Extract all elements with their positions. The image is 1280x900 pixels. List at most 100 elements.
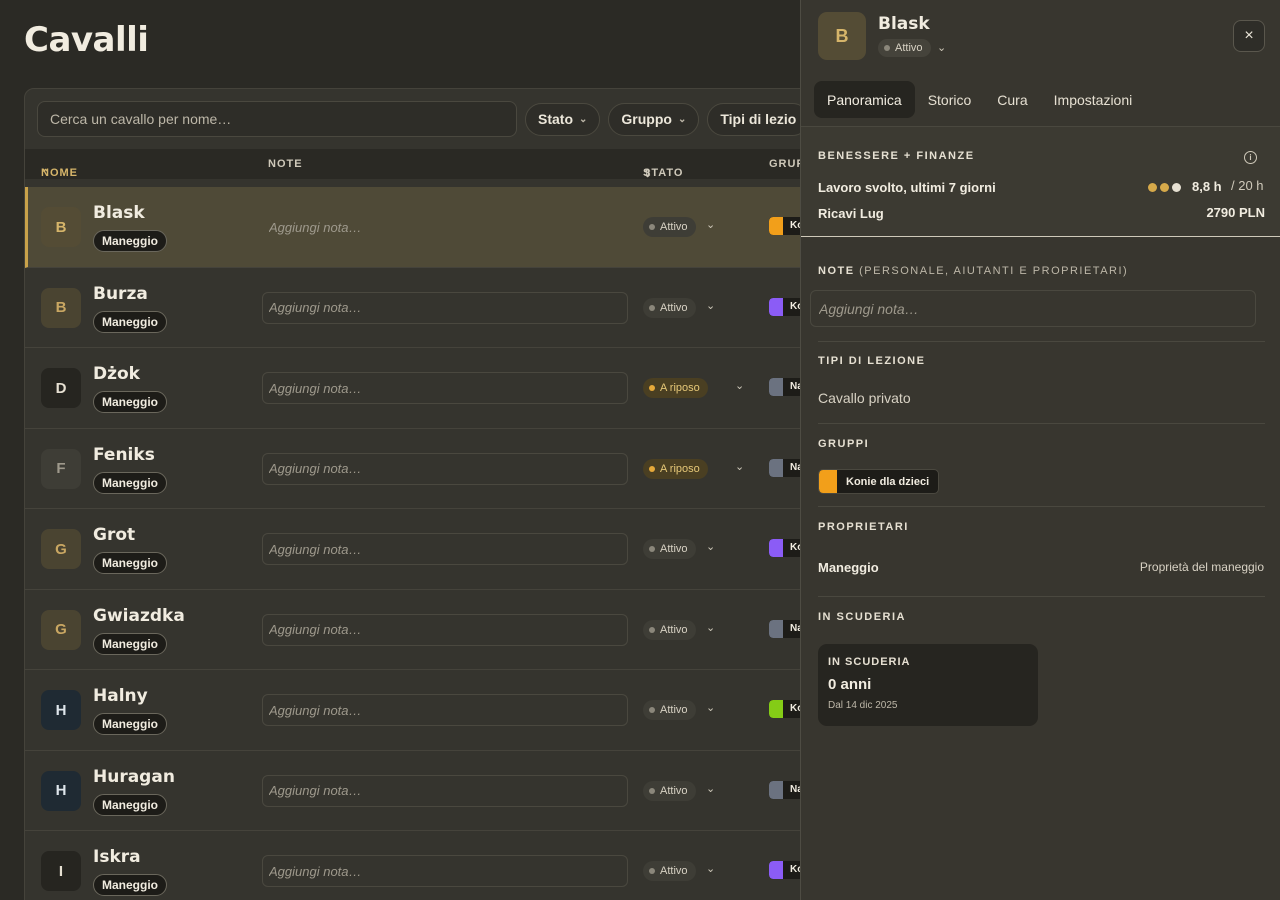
status-badge[interactable]: Attivo — [643, 297, 696, 318]
status-badge[interactable]: Attivo — [643, 861, 696, 881]
revenue-label: Ricavi Lug — [818, 206, 884, 221]
note-input[interactable] — [262, 774, 628, 807]
notes-subtitle: (PERSONALE, AIUTANTI E PROPRIETARI) — [859, 265, 1129, 277]
tab-care[interactable]: Cura — [984, 81, 1040, 118]
panel-note-input[interactable] — [810, 290, 1256, 327]
stable-since: Dal 14 dic 2025 — [828, 700, 898, 711]
column-header-group: GRUP — [769, 158, 800, 170]
owner-tag: Maneggio — [93, 471, 167, 494]
group-color-swatch — [769, 700, 783, 718]
group-color-swatch — [769, 539, 783, 557]
note-input[interactable] — [262, 533, 628, 565]
horse-name[interactable]: Iskra — [93, 847, 141, 867]
close-icon: × — [1244, 27, 1254, 44]
chevron-down-icon[interactable]: ⌄ — [706, 782, 715, 795]
table-row[interactable]: G Grot Maneggio Attivo ⌄ Ko — [25, 509, 800, 590]
chevron-down-icon[interactable]: ⌄ — [706, 218, 715, 231]
status-label: A riposo — [660, 462, 700, 475]
status-dot-icon — [649, 465, 655, 472]
divider — [818, 596, 1265, 597]
status-dot-icon — [649, 707, 655, 713]
avatar: F — [41, 448, 81, 489]
group-chip: Na — [769, 619, 800, 638]
table-row[interactable]: H Halny Maneggio Attivo ⌄ Ko — [25, 670, 800, 751]
horse-name[interactable]: Blask — [93, 203, 145, 223]
horse-name[interactable]: Burza — [93, 284, 148, 304]
chevron-down-icon[interactable]: ⌄ — [937, 41, 946, 54]
avatar: B — [818, 12, 866, 60]
chevron-down-icon: ⌄ — [579, 113, 588, 125]
search-input[interactable] — [37, 101, 517, 137]
status-badge[interactable]: Attivo — [643, 700, 696, 720]
tab-settings[interactable]: Impostazioni — [1041, 81, 1146, 118]
avatar: B — [41, 207, 81, 247]
horse-detail-panel: B Blask Attivo ⌄ × Panoramica Storico Cu… — [800, 0, 1280, 900]
chevron-down-icon[interactable]: ⌄ — [706, 621, 715, 634]
filter-lesson-type-button[interactable]: Tipi di lezio — [707, 102, 800, 136]
owners-section-title: PROPRIETARI — [818, 521, 909, 533]
stable-card: IN SCUDERIA 0 anni Dal 14 dic 2025 — [818, 644, 1038, 726]
note-input[interactable] — [262, 291, 628, 324]
table-row[interactable]: F Feniks Maneggio A riposo ⌄ Na — [25, 429, 800, 509]
chevron-down-icon[interactable]: ⌄ — [706, 701, 715, 714]
status-badge[interactable]: Attivo — [643, 217, 696, 237]
status-badge[interactable]: Attivo — [643, 539, 696, 559]
status-dot-icon — [649, 626, 655, 633]
filter-label: Stato — [538, 111, 573, 127]
note-input[interactable] — [262, 855, 628, 887]
horse-name[interactable]: Grot — [93, 525, 135, 545]
table-row[interactable]: G Gwiazdka Maneggio Attivo ⌄ Na — [25, 590, 800, 670]
note-input[interactable] — [262, 372, 628, 404]
group-color-swatch — [769, 619, 783, 638]
group-color-swatch — [769, 378, 783, 396]
status-badge[interactable]: Attivo — [878, 39, 931, 57]
note-input[interactable] — [262, 452, 628, 485]
status-dot-icon — [649, 546, 655, 552]
tab-history[interactable]: Storico — [915, 81, 985, 118]
tab-overview[interactable]: Panoramica — [814, 81, 915, 118]
stable-card-title: IN SCUDERIA — [828, 656, 911, 668]
table-row[interactable]: B Burza Maneggio Attivo ⌄ Ko — [25, 268, 800, 348]
status-badge[interactable]: A riposo — [643, 458, 708, 479]
note-input[interactable] — [262, 211, 628, 243]
table-row[interactable]: H Huragan Maneggio Attivo ⌄ Na — [25, 751, 800, 831]
note-input[interactable] — [262, 613, 628, 646]
group-chip[interactable]: Konie dla dzieci — [818, 469, 940, 494]
avatar: H — [41, 690, 81, 730]
chevron-down-icon[interactable]: ⌄ — [706, 862, 715, 875]
close-button[interactable]: × — [1233, 20, 1265, 52]
status-badge[interactable]: Attivo — [643, 780, 696, 801]
info-icon[interactable]: i — [1244, 151, 1257, 164]
filter-group-button[interactable]: Gruppo ⌄ — [608, 102, 700, 136]
group-chip-label: Konie dla dzieci — [846, 475, 930, 488]
status-badge[interactable]: A riposo — [643, 378, 708, 398]
group-chip-label: Ko — [790, 703, 800, 714]
note-input[interactable] — [262, 694, 628, 726]
horse-name[interactable]: Gwiazdka — [93, 606, 185, 626]
filter-label: Gruppo — [621, 111, 672, 127]
horse-rows: B Blask Maneggio Attivo ⌄ Ko B Burza Man… — [25, 187, 800, 900]
chevron-down-icon[interactable]: ⌄ — [706, 540, 715, 553]
status-badge[interactable]: Attivo — [643, 619, 696, 640]
filter-label: Tipi di lezio — [720, 111, 797, 127]
table-row[interactable]: D Dżok Maneggio A riposo ⌄ Na — [25, 348, 800, 429]
horses-main: Cavalli Stato ⌄ Gruppo ⌄ Tipi di lezio NOM… — [0, 0, 800, 900]
filter-status-button[interactable]: Stato ⌄ — [525, 102, 601, 136]
chevron-down-icon[interactable]: ⌄ — [735, 379, 744, 392]
horse-name[interactable]: Huragan — [93, 767, 175, 787]
work-hours-max: / 20 h — [1231, 178, 1264, 193]
horse-name[interactable]: Halny — [93, 686, 148, 706]
chevron-down-icon[interactable]: ⌄ — [735, 460, 744, 473]
status-dot-icon — [649, 304, 655, 311]
horse-name[interactable]: Dżok — [93, 364, 140, 384]
owner-tag: Maneggio — [93, 632, 167, 655]
group-chip-label: Ko — [790, 220, 800, 231]
chevron-down-icon[interactable]: ⌄ — [706, 299, 715, 312]
status-dot-icon — [649, 787, 655, 794]
table-row[interactable]: B Blask Maneggio Attivo ⌄ Ko — [25, 187, 800, 268]
horse-name[interactable]: Feniks — [93, 445, 155, 465]
owner-tag: Maneggio — [93, 310, 167, 333]
table-row[interactable]: I Iskra Maneggio Attivo ⌄ Ko — [25, 831, 800, 900]
toolbar: Stato ⌄ Gruppo ⌄ Tipi di lezio — [37, 101, 800, 137]
notes-title: NOTE — [818, 265, 855, 277]
